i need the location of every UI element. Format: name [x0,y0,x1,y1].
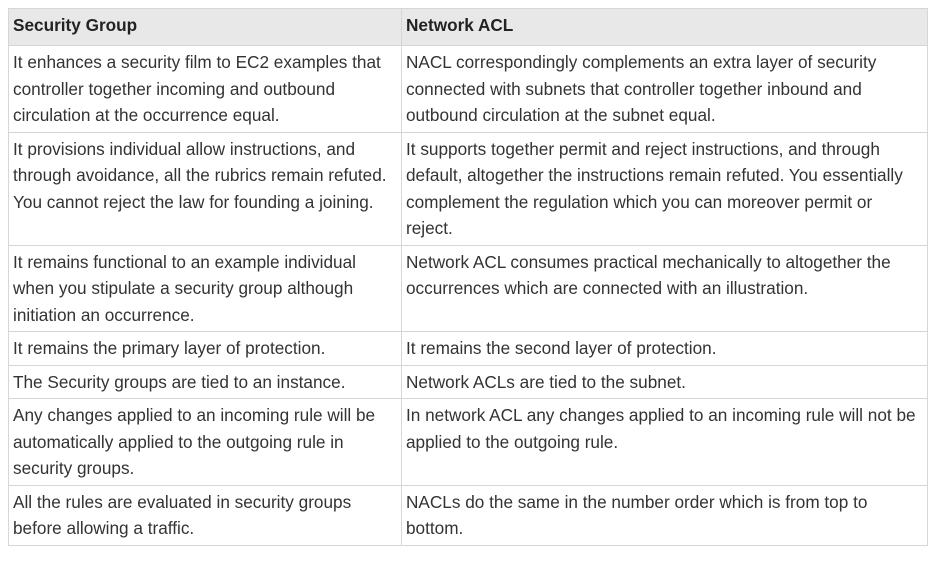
security-group-cell: All the rules are evaluated in security … [8,484,402,546]
table-row: It remains functional to an example indi… [8,244,928,332]
network-acl-cell: It remains the second layer of protectio… [401,331,928,366]
security-group-cell: It provisions individual allow instructi… [8,131,402,246]
header-security-group: Security Group [8,8,402,46]
security-group-cell: It remains the primary layer of protecti… [8,331,402,366]
table-row: It enhances a security film to EC2 examp… [8,45,928,133]
network-acl-cell: NACL correspondingly complements an extr… [401,45,928,133]
network-acl-cell: Network ACL consumes practical mechanica… [401,244,928,332]
comparison-table: Security Group Network ACL It enhances a… [8,8,928,546]
comparison-table-container: Security Group Network ACL It enhances a… [8,8,928,546]
network-acl-cell: NACLs do the same in the number order wh… [401,484,928,546]
security-group-cell: The Security groups are tied to an insta… [8,364,402,399]
table-row: The Security groups are tied to an insta… [8,364,928,399]
table-row: It remains the primary layer of protecti… [8,331,928,366]
header-network-acl: Network ACL [401,8,928,46]
table-header-row: Security Group Network ACL [8,8,928,46]
table-row: Any changes applied to an incoming rule … [8,398,928,486]
security-group-cell: It remains functional to an example indi… [8,244,402,332]
network-acl-cell: In network ACL any changes applied to an… [401,398,928,486]
table-row: All the rules are evaluated in security … [8,484,928,546]
table-row: It provisions individual allow instructi… [8,131,928,246]
network-acl-cell: Network ACLs are tied to the subnet. [401,364,928,399]
network-acl-cell: It supports together permit and reject i… [401,131,928,246]
security-group-cell: It enhances a security film to EC2 examp… [8,45,402,133]
security-group-cell: Any changes applied to an incoming rule … [8,398,402,486]
